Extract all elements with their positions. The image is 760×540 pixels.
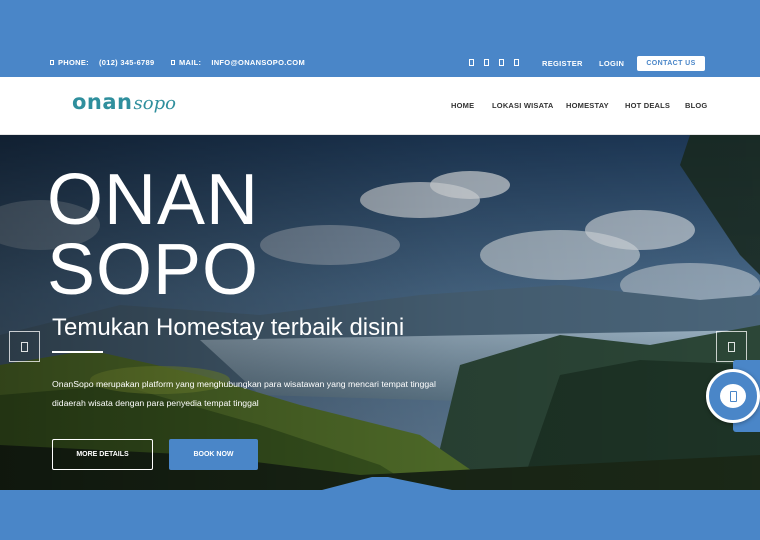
login-link[interactable]: LOGIN	[599, 59, 624, 68]
phone-info: PHONE: (012) 345-6789	[50, 58, 154, 67]
nav-item-homestay[interactable]: HOMESTAY	[566, 101, 609, 110]
site-logo[interactable]: onan sopo	[72, 90, 176, 114]
social-icon-2[interactable]	[484, 59, 489, 66]
social-icon-4[interactable]	[514, 59, 519, 66]
mail-label: MAIL:	[179, 58, 202, 67]
hero-title-line-2: SOPO	[47, 230, 260, 310]
phone-number[interactable]: (012) 345-6789	[99, 58, 155, 67]
more-details-button[interactable]: MORE DETAILS	[52, 439, 153, 470]
mail-info: MAIL: INFO@ONANSOPO.COM	[171, 58, 305, 67]
hero-description: OnanSopo merupakan platform yang menghub…	[52, 379, 436, 408]
nav-item-home[interactable]: HOME	[451, 101, 474, 110]
slider-next-button[interactable]	[716, 331, 747, 362]
logo-text-sopo: sopo	[133, 93, 176, 114]
social-icon-1[interactable]	[469, 59, 474, 66]
register-link[interactable]: REGISTER	[542, 59, 583, 68]
phone-icon	[729, 390, 737, 402]
phone-icon	[50, 60, 54, 65]
nav-item-lokasi-wisata[interactable]: LOKASI WISATA	[492, 101, 553, 110]
hero-divider	[52, 351, 103, 353]
nav-item-blog[interactable]: BLOG	[685, 101, 707, 110]
logo-text-onan: onan	[72, 90, 133, 114]
chevron-left-icon	[21, 341, 28, 352]
slider-prev-button[interactable]	[9, 331, 40, 362]
main-navbar: onan sopo HOME LOKASI WISATA HOMESTAY HO…	[0, 77, 760, 135]
book-now-button[interactable]: BOOK NOW	[169, 439, 258, 470]
hero-slider: ONAN SOPO Temukan Homestay terbaik disin…	[0, 135, 760, 490]
chat-widget-button[interactable]	[706, 369, 760, 423]
hero-subtitle: Temukan Homestay terbaik disini	[52, 314, 405, 341]
hero-title-line-1: ONAN	[47, 160, 260, 240]
section-notch	[322, 477, 452, 490]
top-contact-bar: PHONE: (012) 345-6789 MAIL: INFO@ONANSOP…	[0, 0, 760, 77]
chevron-right-icon	[728, 341, 735, 352]
chat-bubble-icon	[720, 384, 746, 408]
social-icon-3[interactable]	[499, 59, 504, 66]
nav-item-hot-deals[interactable]: HOT DEALS	[625, 101, 670, 110]
hero-title: ONAN SOPO	[47, 160, 260, 310]
mail-icon	[171, 60, 175, 65]
mail-address[interactable]: INFO@ONANSOPO.COM	[211, 58, 305, 67]
phone-label: PHONE:	[58, 58, 89, 67]
contact-us-button[interactable]: CONTACT US	[637, 56, 705, 71]
